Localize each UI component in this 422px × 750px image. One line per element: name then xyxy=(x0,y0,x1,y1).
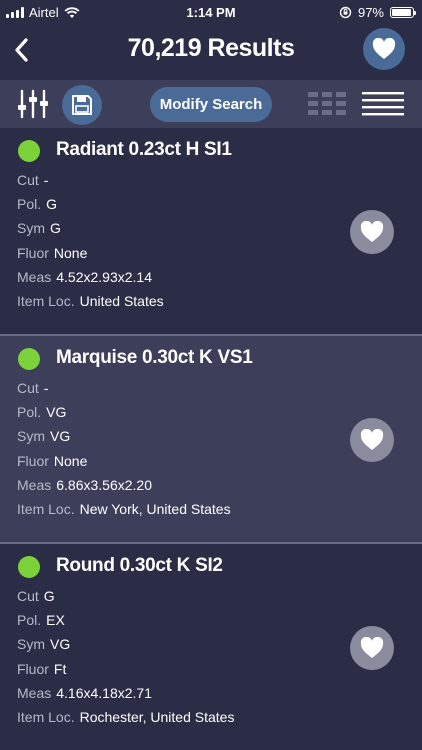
prop-fluor: Fluor Ft xyxy=(17,660,67,677)
orientation-lock-icon xyxy=(339,6,352,19)
list-item[interactable]: Marquise 0.30ct K VS1 Cut - Pol. VG Sym VG … xyxy=(0,336,422,544)
prop-fluor: Fluor None xyxy=(17,452,88,469)
item-properties: Cut - Pol. G Sym G Fluor None Meas 4.52x2.93x… xyxy=(17,168,164,313)
battery-icon xyxy=(390,7,416,18)
item-name: Round 0.30ct K SI2 xyxy=(56,555,223,576)
prop-cut: Cut - xyxy=(17,380,49,396)
list-item[interactable]: Radiant 0.23ct H SI1 Cut - Pol. G Sym G Flu… xyxy=(0,128,422,336)
prop-pol: Pol. G xyxy=(17,196,58,213)
prop-sym: Sym VG xyxy=(17,636,71,653)
battery-percent: 97% xyxy=(357,5,384,20)
toolbar: Modify Search xyxy=(0,80,422,128)
modify-search-button[interactable]: Modify Search xyxy=(150,87,272,122)
favorite-button[interactable] xyxy=(350,418,394,462)
list-view-icon[interactable] xyxy=(362,91,404,117)
heart-icon xyxy=(372,38,396,59)
status-dot xyxy=(18,140,40,162)
prop-location: Item Loc. United States xyxy=(17,292,164,309)
results-list: Radiant 0.23ct H SI1 Cut - Pol. G Sym G Flu… xyxy=(0,128,422,750)
prop-fluor: Fluor None xyxy=(17,244,88,261)
prop-sym: Sym G xyxy=(17,220,61,237)
prop-meas: Meas 4.52x2.93x2.14 xyxy=(17,268,152,285)
item-name: Marquise 0.30ct K VS1 xyxy=(56,347,253,368)
favorite-button[interactable] xyxy=(350,626,394,670)
item-name: Radiant 0.23ct H SI1 xyxy=(56,139,232,160)
favorites-button[interactable] xyxy=(363,28,405,70)
page-title: 70,219 Results xyxy=(127,34,295,62)
prop-meas: Meas 4.16x4.18x2.71 xyxy=(17,684,152,701)
favorite-button[interactable] xyxy=(350,210,394,254)
prop-cut: Cut - xyxy=(17,172,49,188)
item-properties: Cut - Pol. VG Sym VG Fluor None Meas 6.86x3.5… xyxy=(17,376,231,521)
item-properties: Cut G Pol. EX Sym VG Fluor Ft Meas 4.16x4.18x… xyxy=(17,584,234,729)
status-right: 97% xyxy=(339,5,416,20)
prop-meas: Meas 6.86x3.56x2.20 xyxy=(17,476,152,493)
prop-location: Item Loc. Rochester, United States xyxy=(17,708,235,725)
heart-icon xyxy=(360,637,384,658)
prop-sym: Sym VG xyxy=(17,428,71,445)
status-bar: Airtel 1:14 PM 97% xyxy=(0,0,422,26)
list-item[interactable]: Round 0.30ct K SI2 Cut G Pol. EX Sym VG Flu… xyxy=(0,544,422,750)
save-icon xyxy=(72,95,92,115)
status-dot xyxy=(18,348,40,370)
prop-pol: Pol. VG xyxy=(17,404,67,421)
prop-location: Item Loc. New York, United States xyxy=(17,500,231,517)
heart-icon xyxy=(360,429,384,450)
grid-view-icon[interactable] xyxy=(308,91,346,117)
filter-sliders-icon[interactable] xyxy=(16,88,50,120)
heart-icon xyxy=(360,221,384,242)
prop-pol: Pol. EX xyxy=(17,612,65,629)
save-search-button[interactable] xyxy=(62,85,102,125)
back-chevron-icon[interactable] xyxy=(10,34,34,66)
status-dot xyxy=(18,556,40,578)
header: 70,219 Results xyxy=(0,26,422,76)
prop-cut: Cut G xyxy=(17,588,55,604)
